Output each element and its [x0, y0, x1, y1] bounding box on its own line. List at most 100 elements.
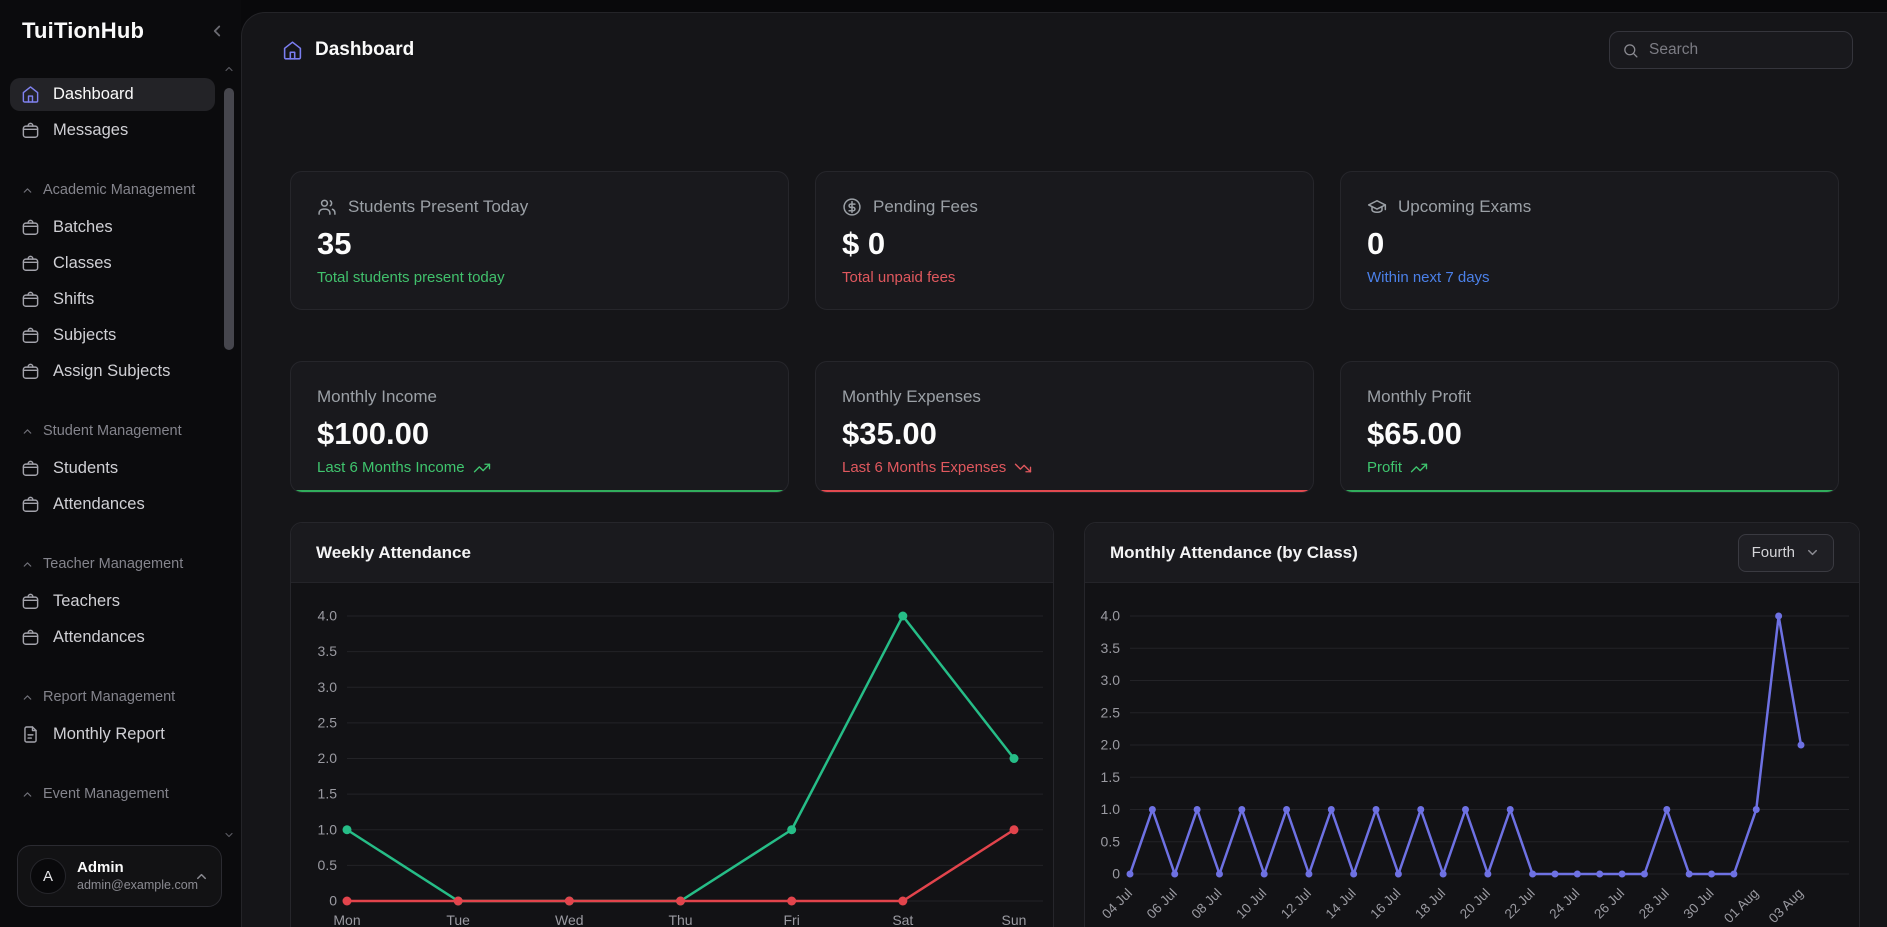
- stat-value: $65.00: [1367, 416, 1812, 452]
- svg-text:26 Jul: 26 Jul: [1591, 886, 1627, 922]
- sidebar-section-academic-management[interactable]: Academic Management: [10, 175, 215, 205]
- svg-text:Thu: Thu: [668, 912, 692, 927]
- svg-text:Sat: Sat: [892, 912, 913, 927]
- sidebar-item-label: Subjects: [53, 326, 116, 345]
- charts-row: Weekly Attendance 00.51.01.52.02.53.03.5…: [290, 522, 1860, 927]
- svg-text:10 Jul: 10 Jul: [1233, 886, 1269, 922]
- chevron-up-icon: [21, 425, 34, 438]
- scrollbar-thumb[interactable]: [224, 88, 234, 350]
- users-icon: [317, 197, 337, 217]
- stat-card-monthly-profit: Monthly Profit $65.00 Profit: [1340, 361, 1839, 493]
- weekly-attendance-card: Weekly Attendance 00.51.01.52.02.53.03.5…: [290, 522, 1054, 927]
- chart-title: Monthly Attendance (by Class): [1110, 543, 1358, 563]
- svg-text:Sun: Sun: [1002, 912, 1027, 927]
- sidebar-section-event-management[interactable]: Event Management: [10, 779, 215, 809]
- sidebar-item-label: Teachers: [53, 592, 120, 611]
- user-name: Admin: [77, 859, 183, 877]
- stat-label: Monthly Income: [317, 386, 762, 408]
- sidebar-collapse-button[interactable]: [205, 20, 229, 44]
- profit-accent-line: [1341, 490, 1838, 492]
- dashboard-content: Students Present Today 35 Total students…: [242, 69, 1887, 927]
- stat-value: $100.00: [317, 416, 762, 452]
- svg-text:28 Jul: 28 Jul: [1636, 886, 1672, 922]
- stat-label: Upcoming Exams: [1398, 196, 1531, 218]
- svg-text:1.5: 1.5: [1101, 769, 1121, 785]
- stat-subtitle: Within next 7 days: [1367, 268, 1812, 288]
- svg-text:3.5: 3.5: [318, 643, 338, 659]
- monthly-attendance-chart: 00.51.01.52.02.53.03.54.004 Jul06 Jul08 …: [1085, 583, 1859, 927]
- chevron-up-icon: [21, 788, 34, 801]
- class-filter-select[interactable]: Fourth: [1738, 534, 1834, 572]
- sidebar-item-subjects[interactable]: Subjects: [10, 319, 215, 352]
- income-accent-line: [291, 490, 788, 492]
- sidebar-section-report-management[interactable]: Report Management: [10, 682, 215, 712]
- svg-text:24 Jul: 24 Jul: [1546, 886, 1582, 922]
- sidebar-item-assign-subjects[interactable]: Assign Subjects: [10, 355, 215, 388]
- sidebar-item-classes[interactable]: Classes: [10, 247, 215, 280]
- chevron-up-icon: [21, 691, 34, 704]
- sidebar-item-label: Shifts: [53, 290, 94, 309]
- sidebar-item-attendances[interactable]: Attendances: [10, 621, 215, 654]
- chevron-down-icon: [1805, 545, 1820, 560]
- sidebar-section-teacher-management[interactable]: Teacher Management: [10, 549, 215, 579]
- svg-text:18 Jul: 18 Jul: [1412, 886, 1448, 922]
- chevron-up-icon: [21, 558, 34, 571]
- sidebar-item-monthly-report[interactable]: Monthly Report: [10, 718, 215, 751]
- svg-text:22 Jul: 22 Jul: [1502, 886, 1538, 922]
- sidebar-item-dashboard[interactable]: Dashboard: [10, 78, 215, 111]
- stats-grid: Students Present Today 35 Total students…: [290, 171, 1839, 493]
- svg-text:16 Jul: 16 Jul: [1367, 886, 1403, 922]
- briefcase-icon: [21, 628, 40, 647]
- sidebar-scrollbar: [222, 62, 236, 832]
- class-filter-value: Fourth: [1752, 544, 1795, 561]
- svg-text:1.5: 1.5: [318, 786, 338, 802]
- sidebar-item-label: Monthly Report: [53, 725, 165, 744]
- weekly-attendance-chart: 00.51.01.52.02.53.03.54.0MonTueWedThuFri…: [291, 583, 1053, 927]
- sidebar-item-shifts[interactable]: Shifts: [10, 283, 215, 316]
- svg-text:0: 0: [329, 893, 337, 909]
- briefcase-icon: [21, 121, 40, 140]
- svg-text:Fri: Fri: [784, 912, 800, 927]
- file-icon: [21, 725, 40, 744]
- svg-text:03 Aug: 03 Aug: [1766, 886, 1806, 926]
- stat-card-monthly-expenses: Monthly Expenses $35.00 Last 6 Months Ex…: [815, 361, 1314, 493]
- scroll-down-icon[interactable]: [222, 828, 236, 842]
- sidebar-nav: DashboardMessages Academic Management Batc…: [10, 78, 215, 815]
- briefcase-icon: [21, 459, 40, 478]
- stat-label: Monthly Profit: [1367, 386, 1812, 408]
- svg-text:2.0: 2.0: [318, 750, 338, 766]
- svg-text:0.5: 0.5: [318, 857, 338, 873]
- sidebar-item-label: Attendances: [53, 495, 145, 514]
- svg-text:06 Jul: 06 Jul: [1144, 886, 1180, 922]
- stat-value: 35: [317, 226, 762, 262]
- avatar: A: [30, 858, 66, 894]
- search-input[interactable]: [1649, 41, 1849, 59]
- svg-text:Wed: Wed: [555, 912, 584, 927]
- page-title-text: Dashboard: [315, 39, 414, 61]
- svg-text:2.0: 2.0: [1101, 737, 1121, 753]
- search-box[interactable]: [1609, 31, 1853, 69]
- stat-value: $35.00: [842, 416, 1287, 452]
- chevron-up-icon: [21, 184, 34, 197]
- monthly-attendance-card: Monthly Attendance (by Class) Fourth 00.…: [1084, 522, 1860, 927]
- scroll-up-icon[interactable]: [222, 62, 236, 76]
- sidebar-item-teachers[interactable]: Teachers: [10, 585, 215, 618]
- sidebar: TuiTionHub DashboardMessagesAcademic Man…: [0, 0, 241, 927]
- svg-text:12 Jul: 12 Jul: [1278, 886, 1314, 922]
- svg-text:Tue: Tue: [446, 912, 470, 927]
- user-card[interactable]: A Admin admin@example.com: [17, 845, 222, 907]
- svg-text:2.5: 2.5: [1101, 704, 1121, 720]
- stat-card-pending-fees: Pending Fees $ 0 Total unpaid fees: [815, 171, 1314, 310]
- section-label: Academic Management: [43, 182, 195, 198]
- topbar: Dashboard: [242, 13, 1887, 69]
- stat-subtitle: Total students present today: [317, 268, 762, 288]
- sidebar-item-students[interactable]: Students: [10, 452, 215, 485]
- sidebar-item-messages[interactable]: Messages: [10, 114, 215, 147]
- sidebar-item-attendances[interactable]: Attendances: [10, 488, 215, 521]
- sidebar-section-student-management[interactable]: Student Management: [10, 416, 215, 446]
- home-icon: [21, 85, 40, 104]
- trending-down-icon: [1014, 459, 1032, 477]
- briefcase-icon: [21, 290, 40, 309]
- sidebar-item-batches[interactable]: Batches: [10, 211, 215, 244]
- search-icon: [1622, 42, 1639, 59]
